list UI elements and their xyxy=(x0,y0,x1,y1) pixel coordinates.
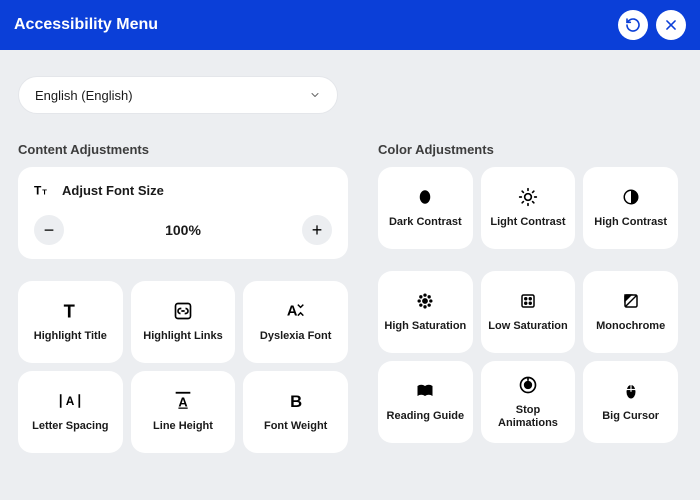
tile-label: Dark Contrast xyxy=(389,216,462,229)
tile-label: Stop Animations xyxy=(485,404,572,430)
cursor-icon xyxy=(620,380,642,402)
tile-letter-spacing[interactable]: A Letter Spacing xyxy=(18,371,123,453)
low-saturation-icon xyxy=(517,290,539,312)
tile-dyslexia-font[interactable]: A Dyslexia Font xyxy=(243,281,348,363)
tile-label: Line Height xyxy=(153,420,213,433)
tile-low-saturation[interactable]: Low Saturation xyxy=(481,271,576,353)
dyslexia-icon: A xyxy=(285,300,307,322)
tile-label: Highlight Links xyxy=(143,330,222,343)
svg-text:A: A xyxy=(178,395,187,410)
letter-spacing-icon: A xyxy=(59,390,81,412)
font-size-icon: TT xyxy=(34,181,52,199)
tile-highlight-links[interactable]: Highlight Links xyxy=(131,281,236,363)
font-decrease-button[interactable]: − xyxy=(34,215,64,245)
tile-label: Monochrome xyxy=(596,320,665,333)
svg-text:A: A xyxy=(66,395,75,409)
content-adjustments-section: Content Adjustments TT Adjust Font Size … xyxy=(18,142,348,453)
tile-dark-contrast[interactable]: Dark Contrast xyxy=(378,167,473,249)
svg-text:T: T xyxy=(64,301,75,322)
tile-label: Big Cursor xyxy=(602,410,659,423)
title-icon: T xyxy=(59,300,81,322)
tile-label: Reading Guide xyxy=(387,410,465,423)
tile-stop-animations[interactable]: Stop Animations xyxy=(481,361,576,443)
tile-label: Low Saturation xyxy=(488,320,567,333)
plus-icon: + xyxy=(312,220,323,241)
tile-label: Dyslexia Font xyxy=(260,330,332,343)
chevron-down-icon xyxy=(309,89,321,101)
tile-line-height[interactable]: A Line Height xyxy=(131,371,236,453)
dark-icon xyxy=(414,186,436,208)
tile-light-contrast[interactable]: Light Contrast xyxy=(481,167,576,249)
monochrome-icon xyxy=(620,290,642,312)
tile-big-cursor[interactable]: Big Cursor xyxy=(583,361,678,443)
language-selected: English (English) xyxy=(35,88,133,103)
link-icon xyxy=(172,300,194,322)
tile-label: High Contrast xyxy=(594,216,667,229)
font-size-label: Adjust Font Size xyxy=(62,183,164,198)
reading-guide-icon xyxy=(414,380,436,402)
tile-label: Font Weight xyxy=(264,420,327,433)
tile-font-weight[interactable]: B Font Weight xyxy=(243,371,348,453)
tile-label: High Saturation xyxy=(384,320,466,333)
stop-animations-icon xyxy=(517,374,539,396)
light-icon xyxy=(517,186,539,208)
svg-text:B: B xyxy=(290,392,302,411)
content-adjustments-title: Content Adjustments xyxy=(18,142,348,157)
svg-text:T: T xyxy=(34,184,42,198)
contrast-icon xyxy=(620,186,642,208)
tile-high-saturation[interactable]: High Saturation xyxy=(378,271,473,353)
tile-label: Highlight Title xyxy=(34,330,107,343)
color-adjustments-section: Color Adjustments Dark Contrast Light Co… xyxy=(378,142,678,453)
tile-high-contrast[interactable]: High Contrast xyxy=(583,167,678,249)
close-icon xyxy=(660,14,682,36)
reset-button[interactable] xyxy=(618,10,648,40)
font-size-card: TT Adjust Font Size − 100% + xyxy=(18,167,348,259)
font-increase-button[interactable]: + xyxy=(302,215,332,245)
high-saturation-icon xyxy=(414,290,436,312)
tile-label: Light Contrast xyxy=(490,216,565,229)
line-height-icon: A xyxy=(172,390,194,412)
tile-monochrome[interactable]: Monochrome xyxy=(583,271,678,353)
color-adjustments-title: Color Adjustments xyxy=(378,142,678,157)
font-size-value: 100% xyxy=(165,222,201,238)
reset-icon xyxy=(622,14,644,36)
close-button[interactable] xyxy=(656,10,686,40)
header-title: Accessibility Menu xyxy=(14,16,158,34)
header: Accessibility Menu xyxy=(0,0,700,50)
tile-highlight-title[interactable]: T Highlight Title xyxy=(18,281,123,363)
bold-icon: B xyxy=(285,390,307,412)
svg-text:A: A xyxy=(286,304,297,320)
content: English (English) Content Adjustments TT… xyxy=(0,50,700,471)
tile-reading-guide[interactable]: Reading Guide xyxy=(378,361,473,443)
tile-label: Letter Spacing xyxy=(32,420,108,433)
svg-text:T: T xyxy=(42,188,47,197)
header-actions xyxy=(618,10,686,40)
language-select[interactable]: English (English) xyxy=(18,76,338,114)
minus-icon: − xyxy=(44,220,55,241)
